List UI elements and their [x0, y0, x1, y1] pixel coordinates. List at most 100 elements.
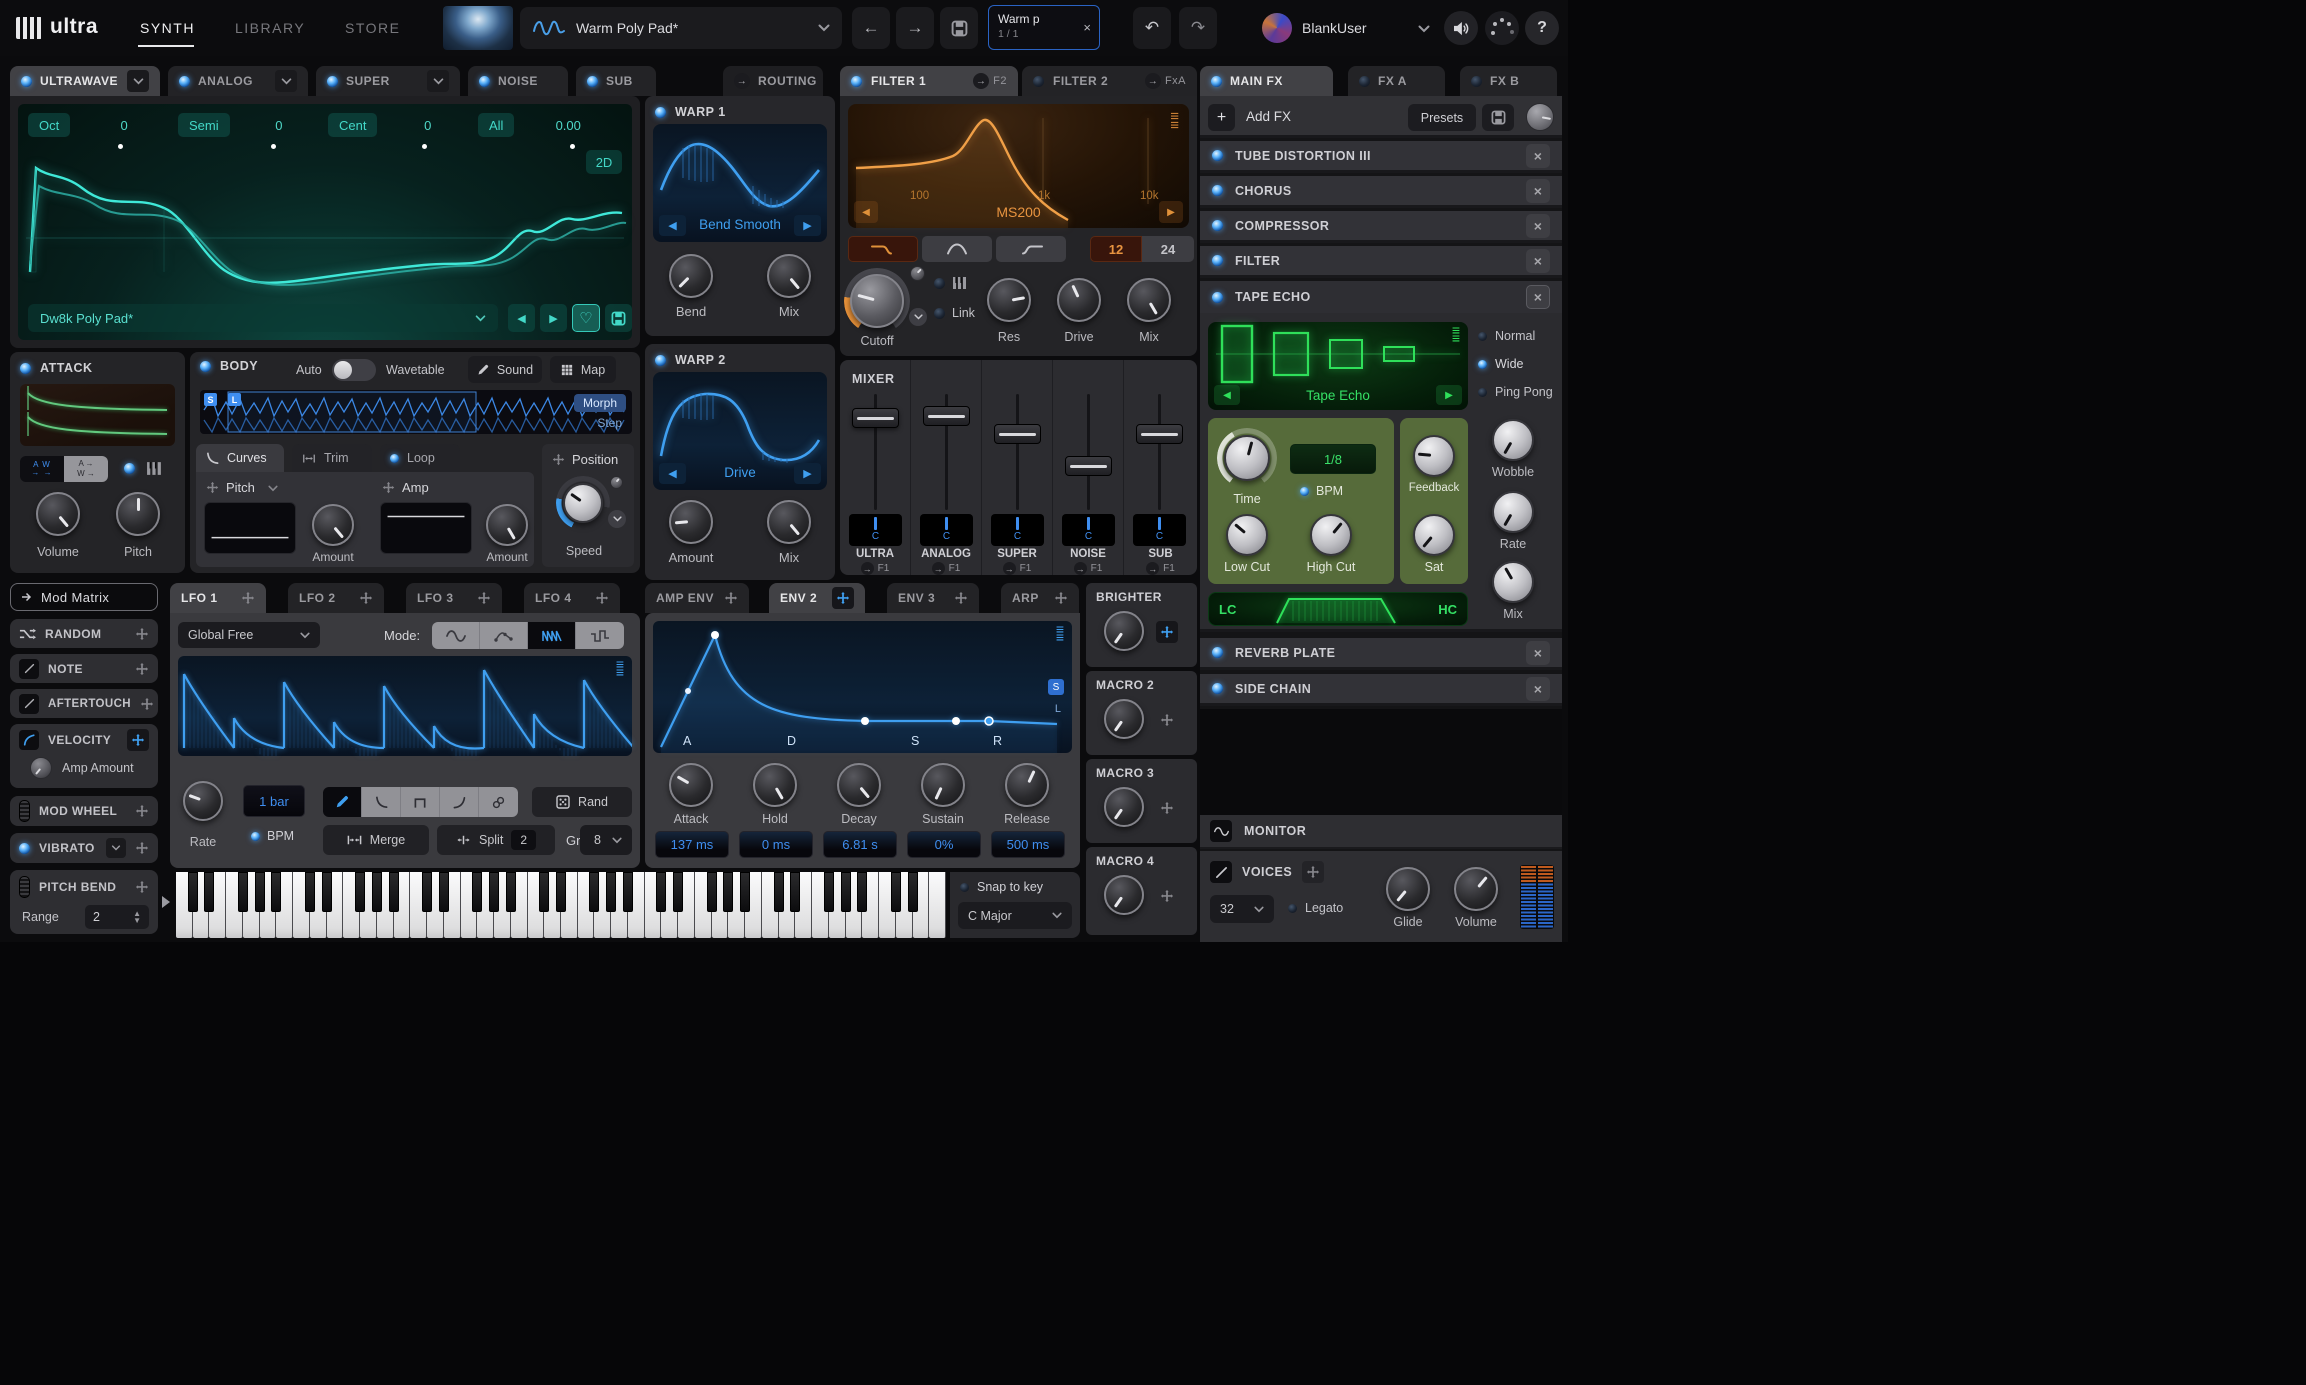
- osc-ultrawave-chevron[interactable]: [127, 70, 149, 92]
- filter2-tab[interactable]: FILTER 2 →FxA: [1022, 66, 1197, 96]
- lfo-rate-value[interactable]: 1 bar: [243, 785, 305, 817]
- audio-button[interactable]: [1444, 11, 1478, 45]
- lfo-merge-button[interactable]: Merge: [323, 825, 429, 855]
- lfo-display[interactable]: ≡≡: [178, 656, 632, 756]
- tape-menu-icon[interactable]: ≡≡: [1452, 326, 1460, 343]
- filter-display[interactable]: 100 1k 10k ◀ MS200 ▶ ≡≡: [848, 104, 1189, 228]
- attack-volume-knob[interactable]: [36, 492, 80, 536]
- tape-mode-pingpong[interactable]: Ping Pong: [1478, 385, 1553, 399]
- pitch-chevron-icon[interactable]: [268, 485, 278, 492]
- split-value[interactable]: 2: [511, 830, 536, 850]
- piano-key-black[interactable]: [271, 872, 281, 912]
- snap-to-key-toggle[interactable]: Snap to key: [950, 872, 1080, 894]
- lfo-rate-knob[interactable]: [183, 781, 223, 821]
- osc-noise-led[interactable]: [479, 76, 490, 87]
- fx-item-tape-echo[interactable]: TAPE ECHO ×: [1200, 281, 1562, 313]
- piano-key-black[interactable]: [422, 872, 432, 912]
- fx-item-filter[interactable]: FILTER ×: [1200, 246, 1562, 278]
- tune-all[interactable]: All 0.00: [478, 113, 622, 137]
- fader-handle[interactable]: [994, 424, 1041, 444]
- piano-key-black[interactable]: [824, 872, 834, 912]
- filter1-route[interactable]: →F2: [973, 73, 1007, 89]
- body-tab-curves[interactable]: Curves: [196, 444, 284, 472]
- ultrawave-display[interactable]: Oct 0 Semi 0 Cent 0 All 0.00: [18, 104, 632, 340]
- speed-chevron-button[interactable]: [608, 510, 626, 528]
- lfo-mode-square[interactable]: [576, 622, 624, 649]
- move-icon[interactable]: [135, 841, 149, 855]
- monitor-row[interactable]: MONITOR: [1200, 815, 1562, 849]
- warp1-next-button[interactable]: ▶: [794, 215, 821, 236]
- attack-mode-awseq[interactable]: A →W →: [64, 456, 108, 482]
- pan-display[interactable]: C: [1133, 514, 1186, 546]
- channel-route[interactable]: →F1: [1053, 562, 1123, 575]
- wave-favorite-button[interactable]: ♡: [572, 304, 600, 332]
- feedback-knob[interactable]: [1413, 435, 1455, 477]
- mod-source-aftertouch[interactable]: AFTERTOUCH: [10, 689, 158, 718]
- move-icon[interactable]: [140, 697, 154, 711]
- piano-key-black[interactable]: [790, 872, 800, 912]
- pan-display[interactable]: C: [920, 514, 973, 546]
- channel-route[interactable]: →F1: [840, 562, 910, 575]
- lfo-bpm-toggle[interactable]: BPM: [251, 829, 294, 843]
- piano-key-black[interactable]: [841, 872, 851, 912]
- mod-source-pitchbend[interactable]: PITCH BEND Range 2 ▲▼: [10, 870, 158, 934]
- preset-next-button[interactable]: →: [896, 7, 934, 49]
- amp-curve-display[interactable]: [380, 502, 472, 554]
- sat-knob[interactable]: [1413, 514, 1455, 556]
- tune-value[interactable]: 0: [70, 118, 178, 133]
- piano-key-black[interactable]: [673, 872, 683, 912]
- env-sustain-knob[interactable]: [921, 763, 965, 807]
- piano-key-black[interactable]: [255, 872, 265, 912]
- attack-mode-aw[interactable]: A W→ →: [20, 456, 64, 482]
- piano-key-black[interactable]: [539, 872, 549, 912]
- user-chevron-icon[interactable]: [1418, 25, 1430, 33]
- lfo-split-button[interactable]: Split 2: [437, 825, 555, 855]
- normal-led[interactable]: [1478, 332, 1487, 341]
- tool-ramp[interactable]: [440, 787, 479, 817]
- tape-echo-display[interactable]: ◀ Tape Echo ▶ ≡≡: [1208, 322, 1468, 410]
- env-release-value[interactable]: 500 ms: [991, 831, 1065, 858]
- step-button[interactable]: Step: [597, 416, 622, 430]
- fx-led[interactable]: [1212, 185, 1223, 196]
- highcut-knob[interactable]: [1310, 514, 1352, 556]
- piano-key-black[interactable]: [204, 872, 214, 912]
- vibrato-led[interactable]: [19, 843, 30, 854]
- preset-save-button[interactable]: [940, 7, 978, 49]
- macro4-move-icon[interactable]: [1156, 885, 1178, 907]
- tape-bpm-toggle[interactable]: BPM: [1300, 484, 1343, 498]
- wide-led[interactable]: [1478, 360, 1487, 369]
- piano-key-black[interactable]: [707, 872, 717, 912]
- filter1-led[interactable]: [851, 76, 862, 87]
- macro4-knob[interactable]: [1104, 875, 1144, 915]
- move-icon[interactable]: [724, 591, 738, 605]
- res-knob[interactable]: [987, 278, 1031, 322]
- nav-tab-synth[interactable]: SYNTH: [140, 20, 195, 36]
- move-icon[interactable]: [135, 662, 149, 676]
- mod-matrix-button[interactable]: Mod Matrix: [10, 583, 158, 611]
- attack-pitch-knob[interactable]: [116, 492, 160, 536]
- env-decay-value[interactable]: 6.81 s: [823, 831, 897, 858]
- pan-display[interactable]: C: [849, 514, 902, 546]
- wave-next-button[interactable]: ▶: [540, 304, 567, 332]
- fx-item-reverb-plate[interactable]: REVERB PLATE ×: [1200, 638, 1562, 670]
- piano-key-black[interactable]: [656, 872, 666, 912]
- env-tab-env2[interactable]: ENV 2: [769, 583, 865, 613]
- fx-mix-knob[interactable]: [1526, 103, 1554, 131]
- move-icon[interactable]: [595, 591, 609, 605]
- preset-prev-button[interactable]: ←: [852, 7, 890, 49]
- warp1-bend-knob[interactable]: [669, 254, 713, 298]
- env-tab-arp[interactable]: ARP: [1001, 583, 1079, 613]
- piano-key-black[interactable]: [857, 872, 867, 912]
- fx-item-chorus[interactable]: CHORUS ×: [1200, 176, 1562, 208]
- piano-key-black[interactable]: [891, 872, 901, 912]
- time-value-display[interactable]: 1/8: [1290, 444, 1376, 474]
- amp-amount-knob[interactable]: [486, 504, 528, 546]
- move-icon[interactable]: [359, 591, 373, 605]
- body-wavetable-toggle[interactable]: [332, 359, 376, 381]
- help-button[interactable]: ?: [1525, 11, 1559, 45]
- tune-semi[interactable]: Semi 0: [178, 113, 328, 137]
- osc-tab-sub[interactable]: SUB: [576, 66, 656, 96]
- lfo-mode-points[interactable]: [480, 622, 528, 649]
- voices-volume-knob[interactable]: [1454, 867, 1498, 911]
- speed-mini-knob[interactable]: [610, 476, 623, 489]
